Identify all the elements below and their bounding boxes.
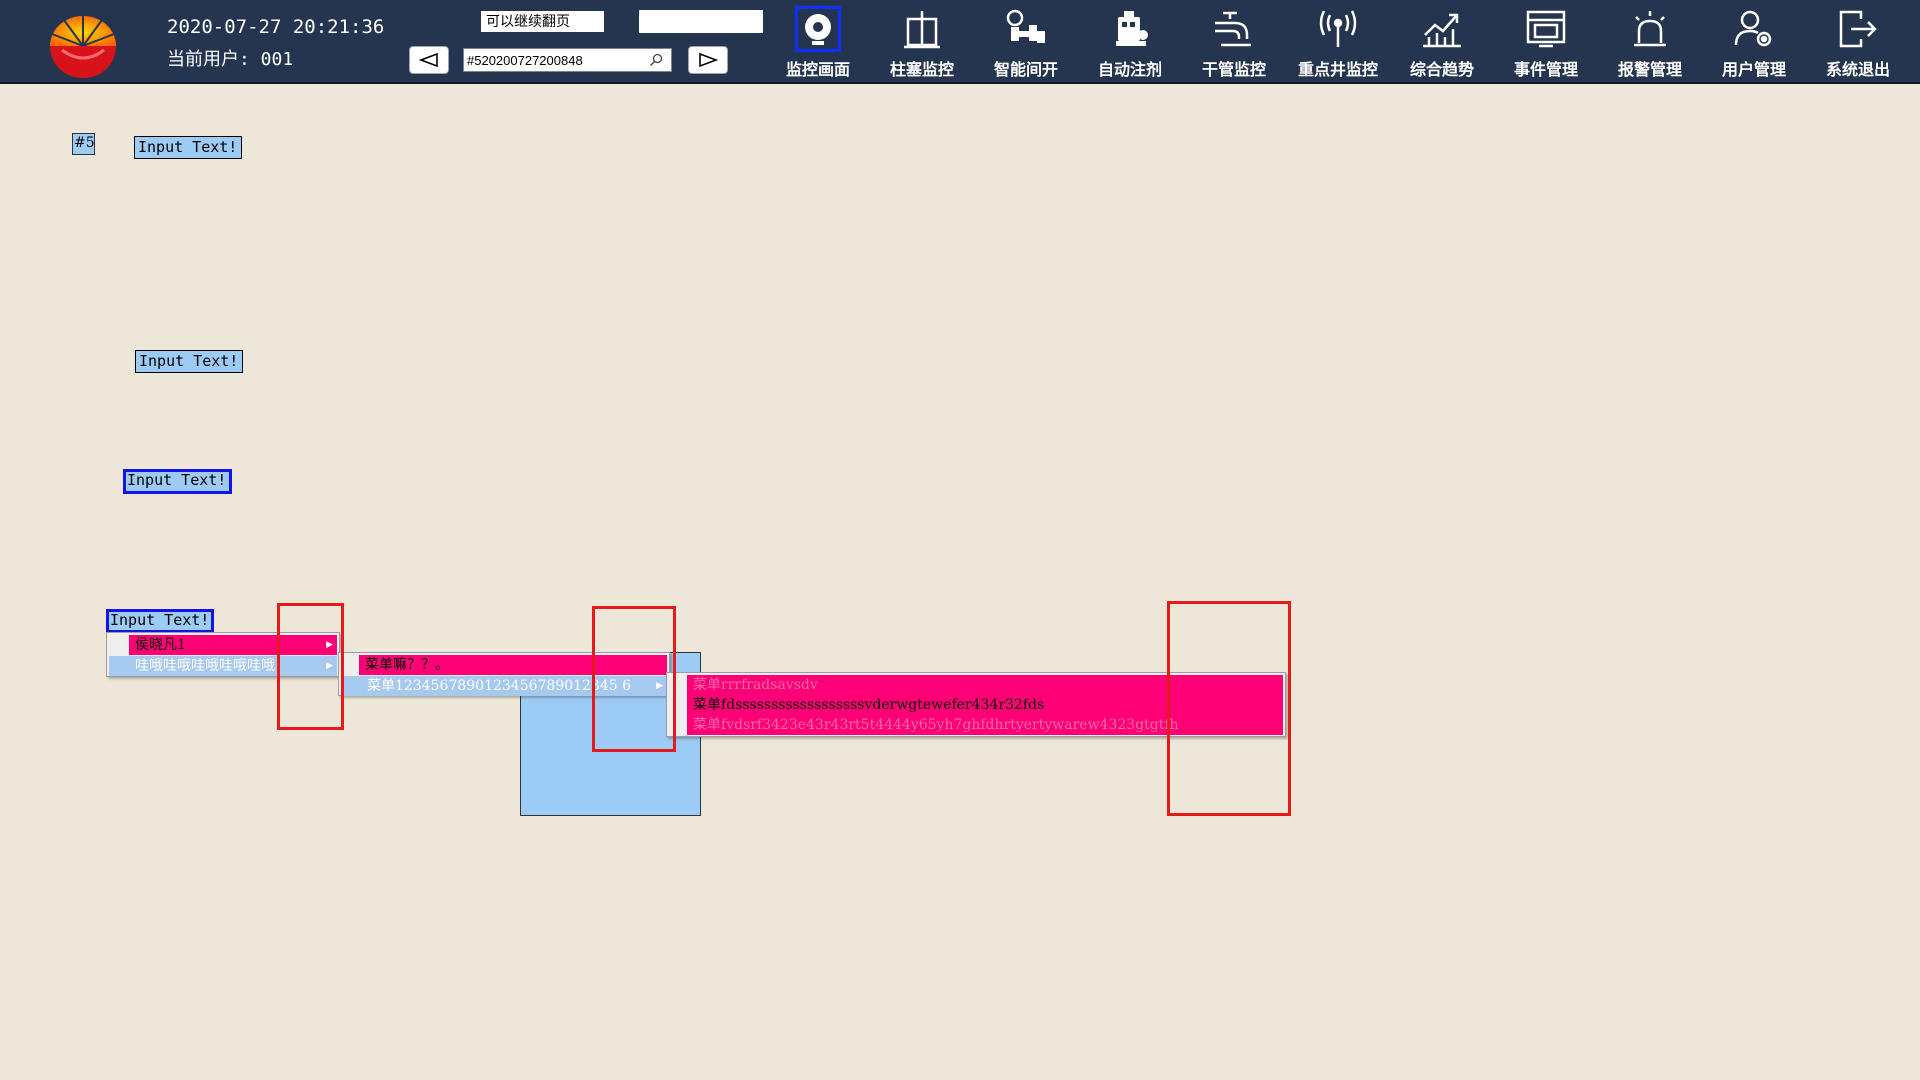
current-user: 当前用户: 001 [167, 49, 294, 70]
top-header: 2020-07-27 20:21:36 当前用户: 001 可以继续翻页 #52… [0, 0, 1920, 84]
nav-label: 智能间开 [993, 60, 1058, 79]
trend-chart-icon [1419, 6, 1465, 52]
well-search-input[interactable] [464, 49, 646, 71]
highlight-box [592, 606, 676, 752]
triangle-left-icon [418, 52, 438, 68]
menu-item-label: 侯晓凡1 [135, 637, 186, 653]
menu-item-label: 哇哦哇哦哇哦哇哦哇哦 [135, 658, 275, 674]
valve-icon [1003, 6, 1049, 52]
nav-item-user-management[interactable]: 用户管理 [1702, 0, 1806, 84]
nav-item-auto-injection[interactable]: 自动注剂 [1078, 0, 1182, 84]
nav-item-plunger[interactable]: 柱塞监控 [870, 0, 974, 84]
monitor-icon [795, 6, 841, 52]
nav-label: 报警管理 [1617, 60, 1682, 79]
main-nav: 监控画面 柱塞监控 智能间开 自动注剂 干管监控 重点井监控 综合趋势 事件管理… [766, 0, 1910, 84]
menu-item-label: 菜单嘛？？。 [365, 657, 449, 673]
nav-item-key-well[interactable]: 重点井监控 [1286, 0, 1390, 84]
input-text-field-focused[interactable]: Input Text! [123, 469, 232, 494]
nav-item-alarm[interactable]: 报警管理 [1598, 0, 1702, 84]
nav-label: 综合趋势 [1409, 60, 1474, 79]
event-icon [1523, 6, 1569, 52]
nav-label: 用户管理 [1721, 60, 1786, 79]
triangle-right-icon [699, 52, 719, 68]
nav-item-event[interactable]: 事件管理 [1494, 0, 1598, 84]
pipe-icon [1211, 6, 1257, 52]
nav-item-exit[interactable]: 系统退出 [1806, 0, 1910, 84]
current-datetime: 2020-07-27 20:21:36 [167, 16, 385, 38]
nav-item-monitor[interactable]: 监控画面 [766, 0, 870, 84]
input-text-field-menu-owner[interactable]: Input Text! [106, 609, 214, 633]
well-tag: #5 [72, 133, 95, 155]
plunger-icon [899, 6, 945, 52]
page-note: 可以继续翻页 [481, 11, 604, 32]
search-box[interactable] [463, 48, 672, 72]
nav-label: 重点井监控 [1297, 60, 1378, 79]
highlight-box [277, 603, 344, 730]
nav-label: 柱塞监控 [889, 60, 954, 79]
company-logo [44, 6, 122, 80]
antenna-icon [1315, 6, 1361, 52]
nav-item-trunk-pipe[interactable]: 干管监控 [1182, 0, 1286, 84]
menu-item-label: 菜单fvdsrf3423e43r43rt5t4444y65yh7ghfdhrty… [693, 717, 1179, 733]
injection-icon [1107, 6, 1153, 52]
input-text-field[interactable]: Input Text! [134, 136, 242, 159]
next-page-button[interactable] [688, 46, 728, 74]
nav-label: 自动注剂 [1097, 60, 1162, 79]
menu-item-label: 菜单rrrfradsavsdv [693, 677, 818, 693]
highlight-box [1167, 601, 1291, 816]
search-icon[interactable] [646, 50, 666, 70]
blank-display-box [639, 10, 763, 33]
alarm-icon [1627, 6, 1673, 52]
nav-label: 系统退出 [1825, 60, 1890, 79]
nav-label: 干管监控 [1201, 60, 1266, 79]
nav-label: 监控画面 [785, 60, 850, 79]
user-settings-icon [1731, 6, 1777, 52]
nav-item-trend[interactable]: 综合趋势 [1390, 0, 1494, 84]
menu-item-label: 菜单fdssssssssssssssssssvderwgtewefer434r3… [693, 697, 1045, 713]
nav-item-smart-switch[interactable]: 智能间开 [974, 0, 1078, 84]
input-text-field[interactable]: Input Text! [135, 350, 243, 373]
exit-icon [1835, 6, 1881, 52]
prev-page-button[interactable] [409, 46, 449, 74]
nav-label: 事件管理 [1513, 60, 1578, 79]
